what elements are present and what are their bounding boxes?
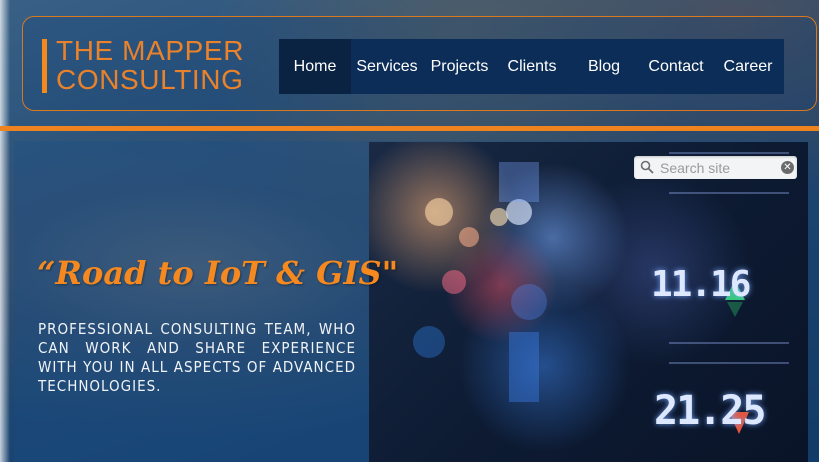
site-logo[interactable]: THE MAPPER CONSULTING (56, 36, 244, 94)
logo-accent-bar (42, 39, 47, 93)
logo-line-1: THE MAPPER (56, 35, 245, 66)
nav-item-contact[interactable]: Contact (640, 39, 712, 94)
site-search[interactable]: ✕ (634, 156, 797, 179)
stock-ticker-photo: 11.16 21.25 (369, 142, 808, 462)
nav-item-projects[interactable]: Projects (423, 39, 496, 94)
ticker-number-1: 11.16 (651, 264, 751, 305)
nav-item-services[interactable]: Services (351, 39, 423, 94)
hero-tagline: “Road to IoT & GIS" (37, 254, 399, 292)
nav-item-home[interactable]: Home (279, 39, 351, 94)
search-input[interactable] (660, 158, 776, 177)
nav-item-career[interactable]: Career (712, 39, 784, 94)
hero-description: PROFESSIONAL CONSULTING TEAM, WHO CAN WO… (38, 320, 356, 395)
header-divider (0, 126, 819, 131)
search-icon (640, 160, 654, 174)
page-edge-glow (0, 0, 10, 462)
ticker-number-2: 21.25 (654, 388, 766, 434)
main-navigation: Home Services Projects Clients Blog Cont… (279, 39, 784, 94)
nav-item-clients[interactable]: Clients (496, 39, 568, 94)
logo-line-2: CONSULTING (56, 64, 244, 95)
clear-icon[interactable]: ✕ (781, 161, 794, 174)
nav-item-blog[interactable]: Blog (568, 39, 640, 94)
